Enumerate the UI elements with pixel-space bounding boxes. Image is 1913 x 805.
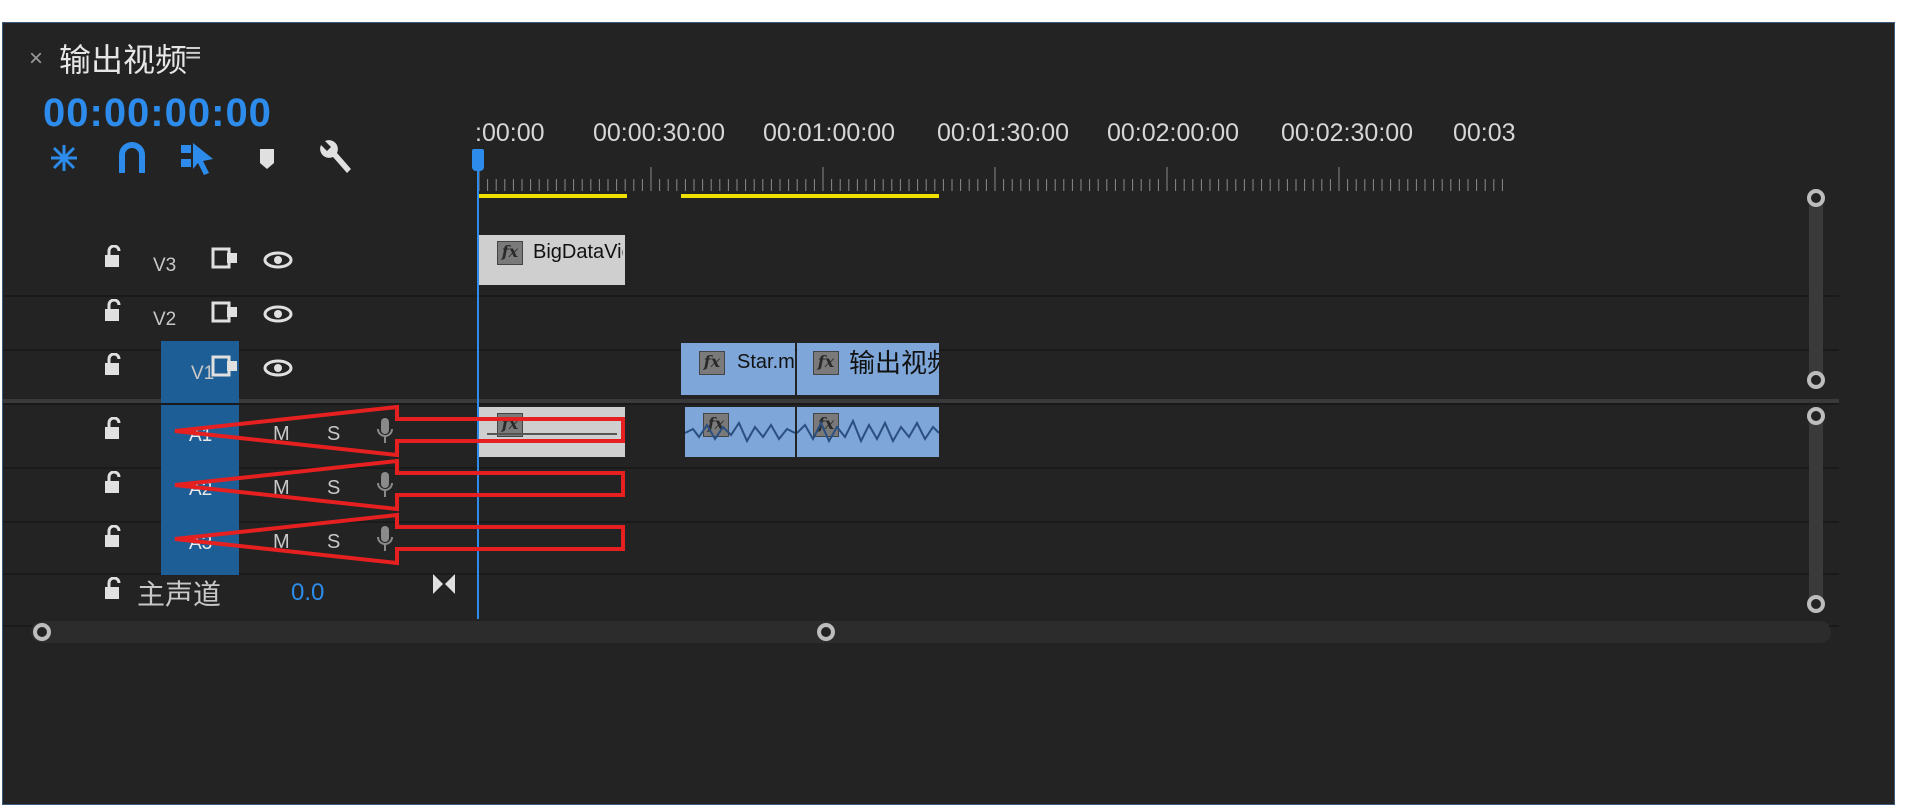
- clip-a1-star-audio[interactable]: fx: [685, 407, 795, 457]
- timeline-zoom-scrollbar[interactable]: [31, 621, 1831, 643]
- panel-menu-icon[interactable]: ≡: [185, 37, 201, 69]
- audio-waveform: [797, 418, 939, 444]
- scroll-handle[interactable]: [1807, 595, 1825, 613]
- master-track-name: 主声道: [137, 578, 222, 611]
- eye-icon[interactable]: [263, 305, 293, 328]
- scroll-handle[interactable]: [1807, 189, 1825, 207]
- zoom-handle-right[interactable]: [817, 623, 835, 641]
- linked-selection-icon[interactable]: [179, 139, 217, 177]
- audio-vertical-scrollbar[interactable]: [1809, 409, 1823, 605]
- ruler-ticks: [478, 167, 1503, 191]
- close-icon[interactable]: ×: [29, 45, 43, 73]
- settings-wrench-icon[interactable]: [315, 139, 353, 177]
- ruler-label: :00:00: [475, 119, 545, 147]
- clip-a1-bigdata-audio[interactable]: fx: [479, 407, 625, 457]
- track-row-master: [3, 563, 1839, 627]
- ruler-label: 00:00:30:00: [593, 119, 726, 147]
- solo-button[interactable]: S: [327, 531, 340, 554]
- insert-sequence-icon[interactable]: [47, 141, 81, 175]
- audio-waveform: [487, 433, 617, 435]
- fx-badge: fx: [699, 351, 725, 375]
- ruler-label: 00:01:30:00: [937, 119, 1070, 147]
- lock-icon[interactable]: [103, 576, 123, 606]
- lock-icon[interactable]: [103, 352, 123, 382]
- microphone-icon[interactable]: [377, 471, 393, 504]
- track-name-v2[interactable]: V2: [153, 309, 176, 331]
- go-to-in-out-icon[interactable]: [431, 571, 457, 602]
- work-area-bar[interactable]: [477, 194, 627, 198]
- lock-icon[interactable]: [103, 244, 123, 274]
- microphone-icon[interactable]: [377, 525, 393, 558]
- lock-icon[interactable]: [103, 416, 123, 446]
- ruler-label: 00:01:00:00: [763, 119, 896, 147]
- scroll-handle[interactable]: [1807, 407, 1825, 425]
- solo-button[interactable]: S: [327, 477, 340, 500]
- clip-v1-star[interactable]: fx Star.mp: [681, 343, 795, 395]
- eye-icon[interactable]: [263, 359, 293, 382]
- timeline-panel: × 输出视频 ≡ 00:00:00:00 :00:00 00:00:30:00 …: [2, 22, 1895, 805]
- fx-badge: fx: [497, 241, 523, 265]
- mute-button[interactable]: M: [273, 531, 290, 554]
- ruler-label: 00:02:00:00: [1107, 119, 1240, 147]
- lock-icon[interactable]: [103, 524, 123, 554]
- ruler-label: 00:03: [1453, 119, 1516, 147]
- eye-icon[interactable]: [263, 251, 293, 274]
- solo-button[interactable]: S: [327, 423, 340, 446]
- sync-lock-icon[interactable]: [211, 355, 239, 382]
- video-audio-divider[interactable]: [3, 399, 1839, 403]
- mute-button[interactable]: M: [273, 477, 290, 500]
- mute-button[interactable]: M: [273, 423, 290, 446]
- playhead-timecode[interactable]: 00:00:00:00: [43, 91, 272, 136]
- zoom-handle-left[interactable]: [33, 623, 51, 641]
- track-name-a2[interactable]: A2: [189, 479, 212, 501]
- clip-v3-bigdata[interactable]: fx BigDataVid: [479, 235, 625, 285]
- lock-icon[interactable]: [103, 470, 123, 500]
- sync-lock-icon[interactable]: [211, 301, 239, 328]
- track-name-a1[interactable]: A1: [189, 425, 212, 447]
- sync-lock-icon[interactable]: [211, 247, 239, 274]
- video-vertical-scrollbar[interactable]: [1809, 191, 1823, 387]
- clip-label: 输出视频: [849, 349, 939, 379]
- track-name-a3[interactable]: A3: [189, 533, 212, 555]
- track-name-v3[interactable]: V3: [153, 255, 176, 277]
- ruler-label: 00:02:30:00: [1281, 119, 1414, 147]
- audio-waveform: [685, 420, 795, 444]
- playhead-handle[interactable]: [472, 149, 484, 171]
- time-ruler[interactable]: :00:00 00:00:30:00 00:01:00:00 00:01:30:…: [475, 119, 1894, 161]
- microphone-icon[interactable]: [377, 417, 393, 450]
- clip-label: Star.mp: [737, 351, 795, 373]
- add-marker-icon[interactable]: [257, 147, 277, 171]
- snap-icon[interactable]: [117, 141, 147, 175]
- fx-badge: fx: [813, 351, 839, 375]
- sequence-tab-title[interactable]: 输出视频: [59, 35, 187, 81]
- lock-icon[interactable]: [103, 298, 123, 328]
- clip-v1-output[interactable]: fx 输出视频: [797, 343, 939, 395]
- scroll-handle[interactable]: [1807, 371, 1825, 389]
- clip-a1-output-audio[interactable]: fx: [797, 407, 939, 457]
- clip-label: BigDataVid: [533, 241, 623, 263]
- work-area-bar[interactable]: [681, 194, 939, 198]
- master-volume-value[interactable]: 0.0: [291, 579, 324, 607]
